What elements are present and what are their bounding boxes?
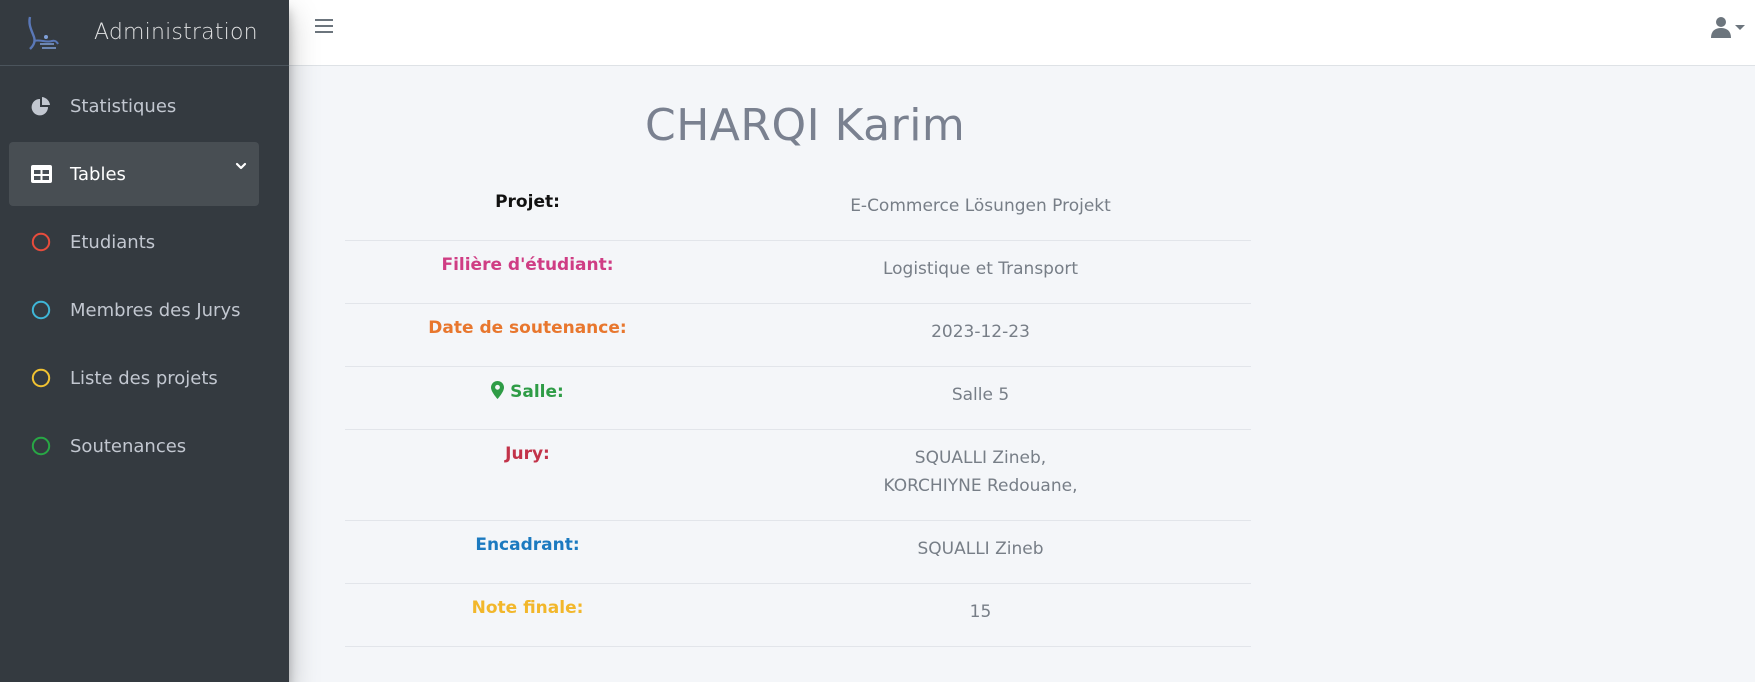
- brand-title: Administration: [94, 20, 258, 45]
- salle-value: Salle 5: [951, 385, 1010, 405]
- map-marker-icon: [491, 381, 505, 399]
- jury-member: KORCHIYNE Redouane,: [883, 476, 1078, 496]
- brand[interactable]: Administration: [0, 0, 289, 66]
- detail-row-date: Date de soutenance: 2023-12-23: [345, 304, 1251, 367]
- sidebar-item-statistiques[interactable]: Statistiques: [9, 74, 259, 138]
- filiere-value: Logistique et Transport: [882, 259, 1079, 279]
- sidebar-nav: Statistiques Tables Etudiants Membres de…: [0, 66, 289, 478]
- note-label: Note finale:: [471, 598, 584, 618]
- sidebar-item-label: Liste des projets: [70, 367, 218, 389]
- encadrant-value: SQUALLI Zineb: [917, 539, 1044, 559]
- table-icon: [30, 163, 52, 185]
- top-navbar: [289, 0, 1755, 66]
- detail-row-jury: Jury: SQUALLI Zineb, KORCHIYNE Redouane,: [345, 430, 1251, 521]
- salle-label: Salle:: [510, 382, 564, 402]
- sidebar-item-label: Soutenances: [70, 435, 187, 457]
- salle-label-wrap: Salle:: [345, 367, 710, 429]
- sidebar-item-label: Statistiques: [70, 95, 177, 117]
- jury-label: Jury:: [505, 444, 550, 464]
- sidebar-item-liste-des-projets[interactable]: Liste des projets: [9, 346, 259, 410]
- detail-row-encadrant: Encadrant: SQUALLI Zineb: [345, 521, 1251, 584]
- circle-outline-icon: [30, 435, 52, 457]
- sidebar-item-etudiants[interactable]: Etudiants: [9, 210, 259, 274]
- sidebar-item-label: Etudiants: [70, 231, 156, 253]
- date-label: Date de soutenance:: [428, 318, 627, 338]
- detail-row-projet: Projet: E-Commerce Lösungen Projekt: [345, 178, 1251, 241]
- projet-value: E-Commerce Lösungen Projekt: [850, 196, 1111, 216]
- user-icon: [1711, 17, 1731, 38]
- encadrant-label: Encadrant:: [475, 535, 580, 555]
- note-value: 15: [969, 602, 992, 622]
- student-name: CHARQI Karim: [645, 100, 966, 151]
- projet-label: Projet:: [495, 192, 560, 212]
- brand-logo: [28, 16, 59, 50]
- sidebar-item-membres-des-jurys[interactable]: Membres des Jurys: [9, 278, 259, 342]
- sidebar-item-soutenances[interactable]: Soutenances: [9, 414, 259, 478]
- circle-outline-icon: [30, 299, 52, 321]
- sidebar: Administration Statistiques Tables Etudi…: [0, 0, 289, 682]
- sidebar-item-tables[interactable]: Tables: [9, 142, 259, 206]
- circle-outline-icon: [30, 231, 52, 253]
- filiere-label: Filière d'étudiant:: [441, 255, 614, 275]
- sidebar-item-label: Tables: [70, 163, 126, 185]
- detail-row-note: Note finale: 15: [345, 584, 1251, 647]
- sidebar-item-label: Membres des Jurys: [70, 299, 241, 321]
- circle-outline-icon: [30, 367, 52, 389]
- main-content: CHARQI Karim Projet: E-Commerce Lösungen…: [289, 66, 1755, 682]
- chevron-down-icon: [235, 162, 247, 170]
- detail-row-filiere: Filière d'étudiant: Logistique et Transp…: [345, 241, 1251, 304]
- student-details: Projet: E-Commerce Lösungen Projekt Fili…: [345, 178, 1251, 647]
- user-menu-toggle[interactable]: [1711, 16, 1745, 38]
- hamburger-icon[interactable]: [315, 19, 333, 35]
- jury-values: SQUALLI Zineb, KORCHIYNE Redouane,: [710, 430, 1251, 520]
- caret-down-icon: [1735, 24, 1745, 30]
- date-value: 2023-12-23: [931, 322, 1030, 342]
- detail-row-salle: Salle: Salle 5: [345, 367, 1251, 430]
- pie-chart-icon: [30, 95, 52, 117]
- jury-member: SQUALLI Zineb,: [914, 448, 1047, 468]
